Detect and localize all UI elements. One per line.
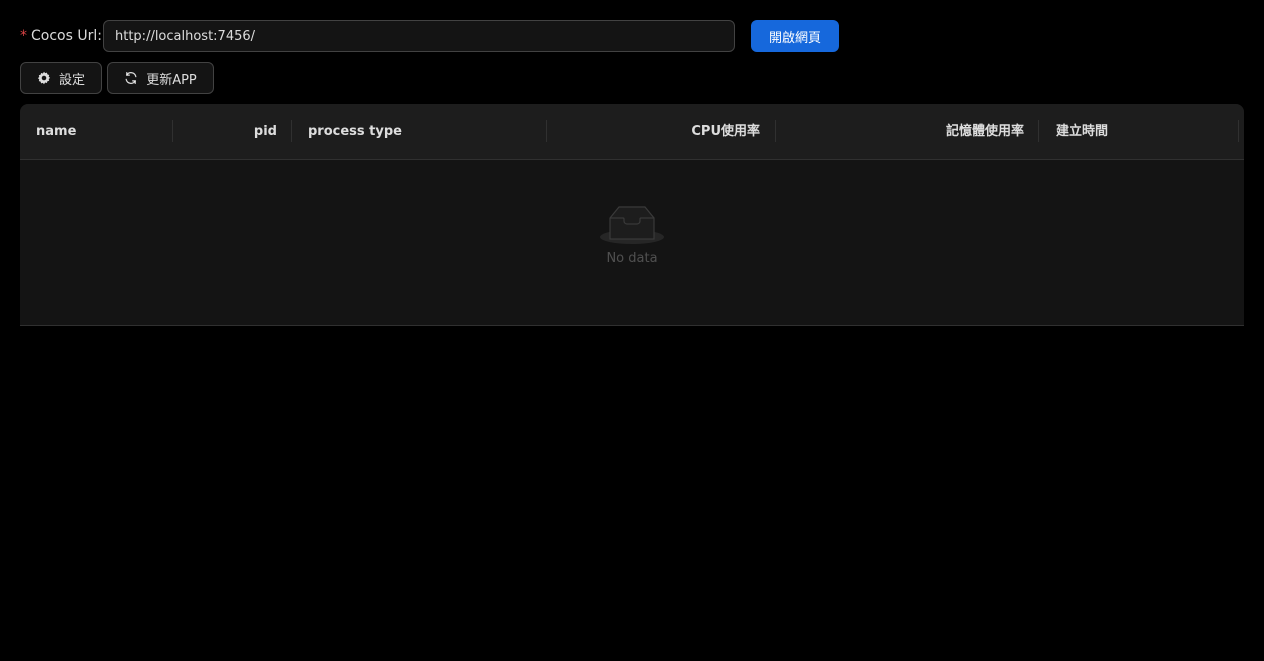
column-divider [1238,120,1239,142]
settings-button-label: 設定 [58,72,85,88]
inbox-icon [20,204,1244,245]
settings-button[interactable]: 設定 [20,62,102,94]
cocos-url-input[interactable] [103,20,735,52]
update-app-button[interactable]: 更新APP [107,62,214,94]
sync-icon [124,71,138,85]
table-header: name pid process type CPU使用率 記憶體使用率 建立時間 [20,104,1244,160]
empty-text: No data [606,251,658,266]
column-divider [1038,120,1039,142]
table-bottom-border [20,325,1244,326]
required-mark: * [20,28,27,44]
column-header-name[interactable]: name [36,104,76,159]
column-header-created-time[interactable]: 建立時間 [1056,104,1108,159]
gear-icon [37,71,51,85]
column-header-process-type[interactable]: process type [308,104,402,159]
column-header-pid[interactable]: pid [173,104,277,159]
cocos-url-label: Cocos Url: [31,28,102,44]
process-table: name pid process type CPU使用率 記憶體使用率 建立時間… [20,104,1244,326]
column-header-cpu[interactable]: CPU使用率 [547,104,760,159]
column-divider [291,120,292,142]
cocos-url-label-row: * Cocos Url: [20,20,102,52]
update-app-button-label: 更新APP [146,72,197,88]
column-header-memory[interactable]: 記憶體使用率 [776,104,1024,159]
empty-state: No data [20,204,1244,266]
open-webpage-button[interactable]: 開啟網頁 [751,20,839,52]
